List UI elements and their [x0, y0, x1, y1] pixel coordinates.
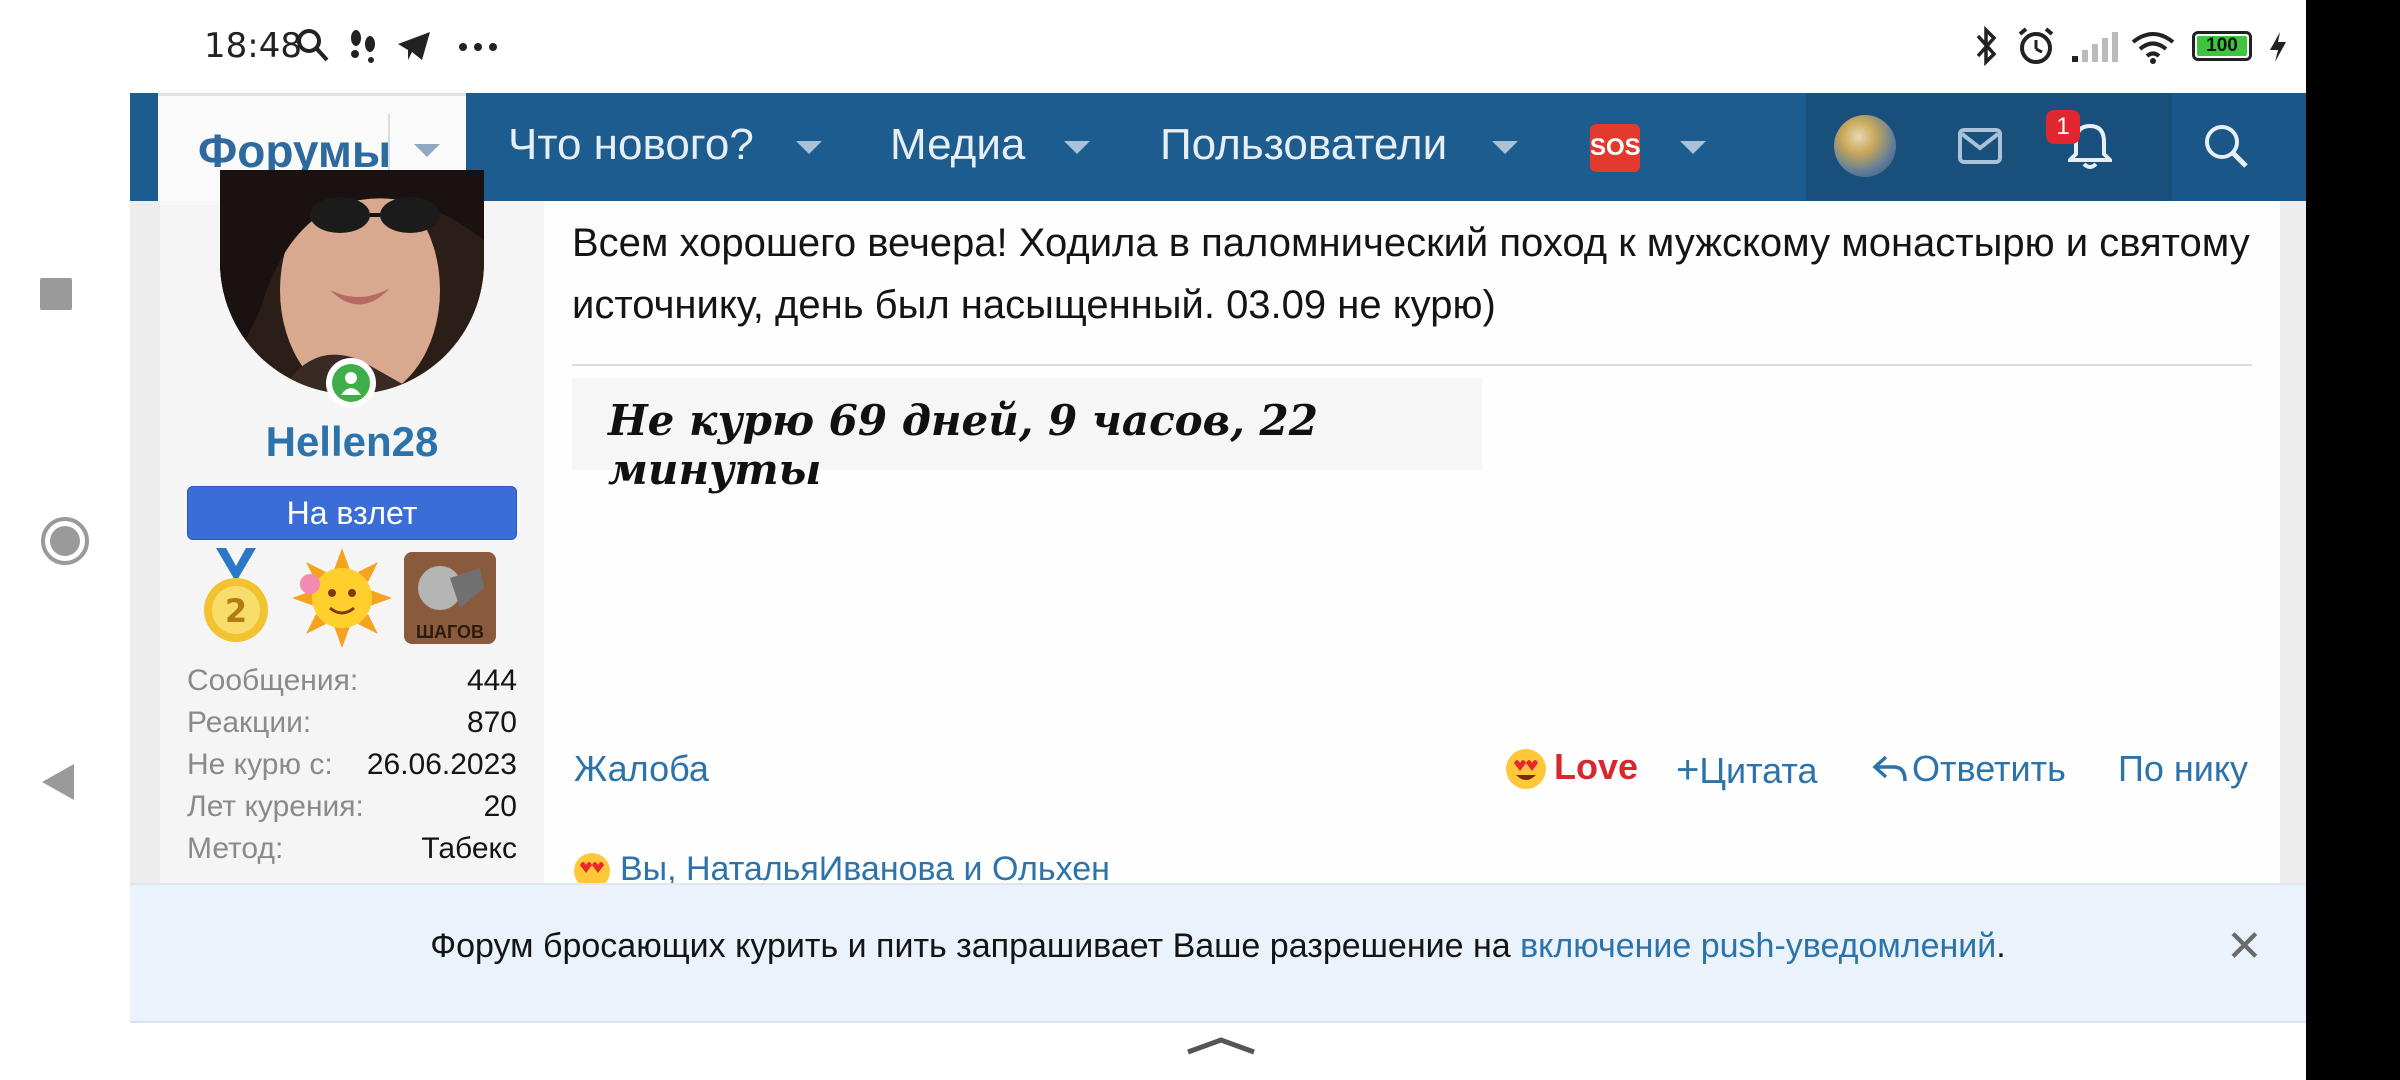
nav-tab-media[interactable]: Медиа — [890, 120, 1025, 170]
push-banner-text: Форум бросающих курить и пить запрашивае… — [430, 927, 2006, 965]
chevron-down-icon[interactable] — [1680, 141, 1706, 154]
gesture-handle-icon[interactable] — [1184, 1036, 1258, 1056]
status-bar: 18:48 100 — [0, 0, 2306, 92]
username[interactable]: Hellen28 — [160, 418, 544, 466]
report-link[interactable]: Жалоба — [574, 748, 709, 790]
sos-icon[interactable]: SOS — [1590, 124, 1641, 172]
sun-flower-icon — [292, 548, 392, 648]
steps-badge-icon: ШАГОВ — [400, 548, 500, 648]
alarm-icon — [2018, 27, 2054, 64]
system-nav-bar — [0, 0, 130, 1080]
telegram-icon — [398, 32, 430, 60]
heart-eyes-icon — [1506, 749, 1546, 790]
search-icon[interactable] — [2202, 122, 2250, 170]
signature-counter: Не курю 69 дней, 9 часов, 22 минуты — [608, 396, 1318, 494]
quote-button[interactable]: +Цитата — [1676, 748, 1818, 793]
chevron-down-icon[interactable] — [1064, 141, 1090, 154]
search-icon — [297, 29, 329, 62]
status-time: 18:48 — [204, 26, 302, 66]
signature: Не курю 69 дней, 9 часов, 22 минуты — [572, 378, 1482, 494]
close-icon[interactable]: ✕ — [2226, 921, 2263, 972]
signature-divider — [572, 364, 2252, 366]
reply-label: Ответить — [1912, 748, 2066, 789]
battery-level: 100 — [2206, 35, 2238, 56]
steps-badge-text: ШАГОВ — [415, 622, 485, 642]
online-status-icon — [326, 358, 376, 408]
steps-icon — [351, 30, 375, 63]
love-reaction-button[interactable]: Love — [1504, 746, 1638, 791]
medal-2-icon: 2 — [204, 548, 268, 642]
home-button[interactable] — [40, 516, 90, 566]
battery-icon: 100 — [2192, 31, 2252, 61]
push-notification-banner: Форум бросающих курить и пить запрашивае… — [130, 883, 2306, 1023]
post-body: Всем хорошего вечера! Ходила в паломниче… — [572, 221, 2250, 327]
wifi-icon — [2131, 32, 2175, 64]
svg-text:2: 2 — [225, 592, 247, 630]
account-avatar[interactable] — [1834, 115, 1896, 177]
chevron-down-icon[interactable] — [414, 144, 440, 157]
more-icon — [459, 43, 497, 51]
nav-tab-whats-new[interactable]: Что нового? — [508, 120, 754, 170]
reply-icon — [1872, 755, 1907, 782]
nav-tab-users[interactable]: Пользователи — [1160, 120, 1447, 170]
reply-button[interactable]: Ответить — [1872, 748, 2066, 790]
plus-icon: + — [1676, 748, 1700, 792]
by-nick-button[interactable]: По нику — [2118, 748, 2248, 790]
enable-push-link[interactable]: включение push-уведомлений — [1520, 927, 1996, 965]
bluetooth-icon — [1976, 26, 1997, 66]
charging-icon — [2270, 32, 2286, 62]
back-button[interactable] — [40, 762, 76, 802]
signal-icon — [2072, 32, 2118, 62]
notification-badge: 1 — [2046, 110, 2080, 144]
recents-button[interactable] — [40, 278, 72, 310]
chevron-down-icon[interactable] — [1492, 141, 1518, 154]
quote-label: Цитата — [1699, 750, 1818, 791]
mail-icon[interactable] — [1958, 128, 2002, 164]
chevron-down-icon[interactable] — [796, 141, 822, 154]
love-label: Love — [1554, 746, 1639, 787]
user-title-badge: На взлет — [187, 486, 517, 540]
screen-edge — [2306, 0, 2400, 1080]
